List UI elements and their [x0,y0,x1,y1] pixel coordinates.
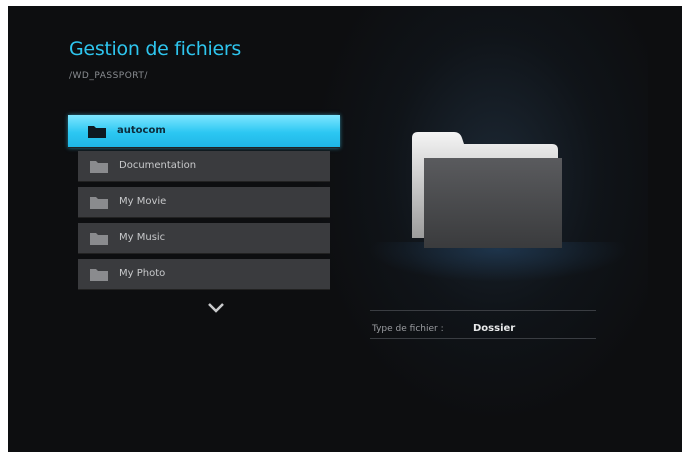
breadcrumb: /WD_PASSPORT/ [69,71,148,81]
list-item[interactable]: My Photo [78,259,330,290]
list-item[interactable]: My Music [78,223,330,254]
list-item[interactable]: Documentation [78,151,330,182]
file-type-label: Type de fichier : [372,324,444,334]
list-item-label: Documentation [119,160,197,171]
list-item-label: autocom [117,125,166,136]
folder-reflection [368,242,628,282]
file-type-value: Dossier [473,323,516,334]
folder-icon [412,132,562,248]
folder-icon [88,126,106,138]
list-item-label: My Movie [119,196,167,207]
folder-icon [90,233,108,245]
chevron-down-icon[interactable] [207,302,225,314]
list-item-label: My Photo [119,268,166,279]
media-player-screen: Gestion de fichiers /WD_PASSPORT/ autoco… [8,6,682,452]
folder-icon [90,269,108,281]
folder-icon [90,197,108,209]
list-item-label: My Music [119,232,166,243]
divider [370,338,596,339]
folder-icon [90,161,108,173]
divider [370,310,596,311]
list-item[interactable]: My Movie [78,187,330,218]
page-title: Gestion de fichiers [69,38,241,60]
list-item[interactable]: autocom [68,115,340,148]
